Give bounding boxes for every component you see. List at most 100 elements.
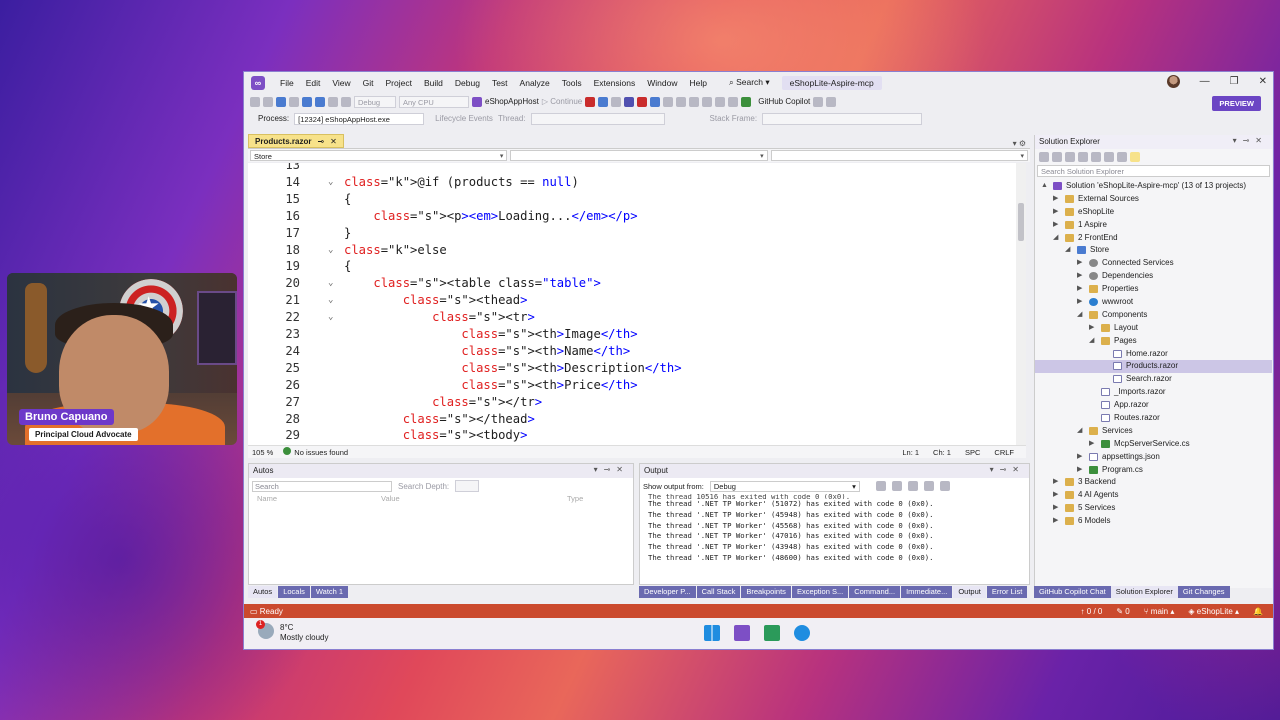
- tree-item[interactable]: ◢ Services: [1035, 425, 1272, 438]
- windows-start-icon[interactable]: [704, 625, 720, 641]
- continue-button[interactable]: ▷ Continue: [542, 97, 582, 106]
- right-panel-tab[interactable]: GitHub Copilot Chat: [1034, 586, 1111, 598]
- debug-window-tab[interactable]: Watch 1: [310, 586, 349, 598]
- menu-item-project[interactable]: Project: [380, 78, 418, 88]
- comment-icon[interactable]: [715, 96, 726, 107]
- se-properties-icon[interactable]: [1117, 152, 1127, 162]
- expand-arrow-icon[interactable]: ▶: [1077, 296, 1082, 309]
- search-depth-combo[interactable]: [455, 480, 480, 492]
- solution-search-input[interactable]: Search Solution Explorer: [1037, 165, 1270, 177]
- right-panel-tab[interactable]: Solution Explorer: [1110, 586, 1178, 598]
- tree-item[interactable]: ▶ External Sources: [1035, 193, 1272, 206]
- tree-item[interactable]: ▶ eShopLite: [1035, 206, 1272, 219]
- menu-item-window[interactable]: Window: [641, 78, 683, 88]
- repo-indicator[interactable]: ◈ eShopLite ▴: [1188, 607, 1239, 616]
- tree-item[interactable]: ▶ Connected Services: [1035, 257, 1272, 270]
- issues-indicator[interactable]: No issues found: [283, 447, 348, 457]
- type-nav-dropdown[interactable]: [510, 150, 768, 162]
- process-combo[interactable]: [12324] eShopAppHost.exe: [294, 112, 425, 125]
- close-icon[interactable]: ✕: [1259, 76, 1267, 87]
- tool-window-tab[interactable]: Command...: [849, 586, 901, 598]
- tree-item[interactable]: Home.razor: [1035, 348, 1272, 361]
- save-all-icon[interactable]: [315, 96, 325, 107]
- step-into-icon[interactable]: [663, 96, 674, 107]
- pause-icon[interactable]: [624, 96, 635, 107]
- save-icon[interactable]: [302, 96, 312, 107]
- menu-item-edit[interactable]: Edit: [300, 78, 327, 88]
- expand-arrow-icon[interactable]: ▶: [1077, 451, 1082, 464]
- fold-chevron-icon[interactable]: ⌄: [328, 292, 333, 309]
- format-icon[interactable]: [702, 96, 713, 107]
- fold-chevron-icon[interactable]: ⌄: [328, 174, 333, 191]
- undo-icon[interactable]: [328, 96, 338, 107]
- tree-item[interactable]: ▶ 5 Services: [1035, 502, 1272, 515]
- editor-scrollbar[interactable]: [1016, 163, 1026, 445]
- goto-next-icon[interactable]: [891, 481, 902, 491]
- tab-overflow-icon[interactable]: ▾ ⚙: [1013, 139, 1030, 148]
- panel-controls[interactable]: ▾⊸✕: [1233, 136, 1268, 145]
- diagnostics-icon[interactable]: [611, 96, 622, 107]
- tree-item[interactable]: ▶ wwwroot: [1035, 296, 1272, 309]
- tree-item[interactable]: ▶ 6 Models: [1035, 515, 1272, 528]
- tab-products-razor[interactable]: Products.razor ⊸ ✕: [248, 134, 344, 148]
- stop-icon[interactable]: [637, 96, 648, 107]
- tool-window-tab[interactable]: Error List: [986, 586, 1028, 598]
- copilot-button[interactable]: GitHub Copilot: [758, 97, 810, 106]
- fold-chevron-icon[interactable]: ⌄: [328, 309, 333, 326]
- menu-item-git[interactable]: Git: [357, 78, 380, 88]
- tree-item[interactable]: ▶ 1 Aspire: [1035, 219, 1272, 232]
- tree-item[interactable]: Routes.razor: [1035, 412, 1272, 425]
- project-nav-dropdown[interactable]: Store: [250, 150, 508, 162]
- tree-item[interactable]: ◢ Pages: [1035, 335, 1272, 348]
- tree-item[interactable]: ▶ McpServerService.cs: [1035, 438, 1272, 451]
- tool-window-tab[interactable]: Output: [953, 586, 986, 598]
- step-out-icon[interactable]: [689, 96, 700, 107]
- menu-item-tools[interactable]: Tools: [556, 78, 588, 88]
- line-endings[interactable]: CRLF: [994, 448, 1014, 457]
- tree-item[interactable]: Search.razor: [1035, 373, 1272, 386]
- new-item-icon[interactable]: [276, 96, 286, 107]
- tree-item[interactable]: ▶ appsettings.json: [1035, 451, 1272, 464]
- fold-chevron-icon[interactable]: ⌄: [328, 242, 333, 259]
- expand-arrow-icon[interactable]: ▶: [1077, 464, 1082, 477]
- hot-reload-icon[interactable]: [585, 96, 596, 107]
- menu-item-file[interactable]: File: [274, 78, 300, 88]
- member-nav-dropdown[interactable]: [770, 150, 1028, 162]
- output-panel-controls[interactable]: ▾⊸✕: [990, 465, 1025, 474]
- visual-studio-taskbar-icon[interactable]: [734, 625, 750, 641]
- account-avatar[interactable]: [1166, 75, 1180, 88]
- search-button[interactable]: ⌕ Search ▾: [723, 75, 776, 90]
- tool-window-tab[interactable]: Developer P...: [639, 586, 696, 598]
- se-back-icon[interactable]: [1039, 152, 1049, 162]
- notifications-icon[interactable]: 🔔: [1253, 607, 1263, 616]
- pin-icon[interactable]: ⊸: [317, 137, 324, 146]
- tree-item[interactable]: ◢ Components: [1035, 309, 1272, 322]
- expand-arrow-icon[interactable]: ◢: [1053, 232, 1058, 245]
- se-show-all-icon[interactable]: [1091, 152, 1101, 162]
- stack-frame-combo[interactable]: [762, 112, 923, 125]
- expand-arrow-icon[interactable]: ▶: [1053, 515, 1058, 528]
- tab-close-icon[interactable]: ✕: [330, 137, 337, 146]
- autos-search-input[interactable]: Search: [252, 480, 392, 492]
- weather-widget[interactable]: 1 8°C Mostly cloudy: [256, 620, 328, 643]
- expand-arrow-icon[interactable]: ▶: [1089, 322, 1094, 335]
- tool-window-tab[interactable]: Immediate...: [901, 586, 953, 598]
- open-icon[interactable]: [289, 96, 299, 107]
- expand-arrow-icon[interactable]: ◢: [1077, 425, 1082, 438]
- tree-item[interactable]: ▶ 3 Backend: [1035, 476, 1272, 489]
- config-combo[interactable]: Debug: [354, 95, 396, 108]
- expand-arrow-icon[interactable]: ▶: [1053, 476, 1058, 489]
- tool-window-tab[interactable]: Exception S...: [791, 586, 849, 598]
- menu-item-debug[interactable]: Debug: [449, 78, 486, 88]
- autos-panel-controls[interactable]: ▾⊸✕: [594, 465, 629, 474]
- menu-item-build[interactable]: Build: [418, 78, 449, 88]
- tree-item[interactable]: ▶ Layout: [1035, 322, 1272, 335]
- se-sync-icon[interactable]: [1065, 152, 1075, 162]
- back-icon[interactable]: [250, 96, 260, 107]
- expand-arrow-icon[interactable]: ◢: [1065, 244, 1070, 257]
- expand-arrow-icon[interactable]: ▶: [1053, 206, 1058, 219]
- step-over-icon[interactable]: [676, 96, 687, 107]
- edge-taskbar-icon[interactable]: [794, 625, 810, 641]
- tree-item[interactable]: _Imports.razor: [1035, 386, 1272, 399]
- forward-icon[interactable]: [263, 96, 273, 107]
